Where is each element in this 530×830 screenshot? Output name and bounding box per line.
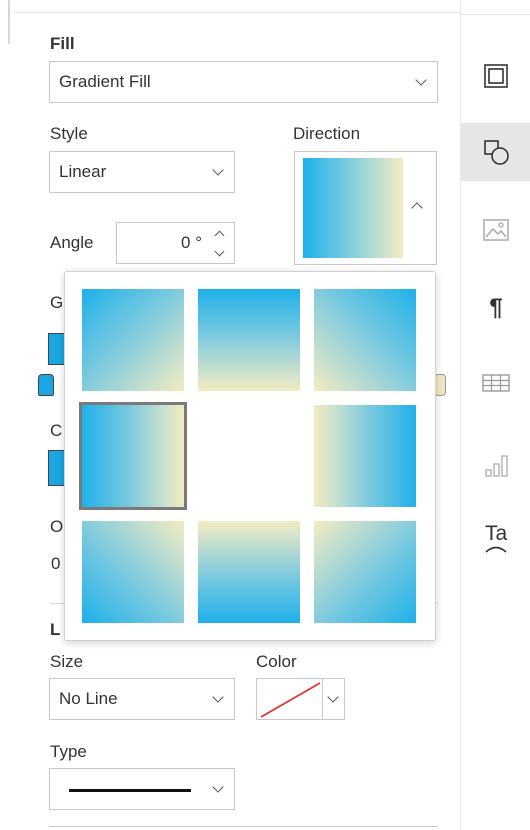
shape-effects-icon: [484, 140, 509, 165]
fill-type-value: Gradient Fill: [59, 72, 151, 91]
gradient-style-value: Linear: [59, 162, 107, 181]
chevron-down-icon: [415, 74, 427, 86]
pane-scroll-edge: [8, 0, 10, 44]
no-color-swatch: [256, 678, 323, 720]
gradient-stop-handle[interactable]: [38, 374, 54, 396]
svg-text:Ta: Ta: [485, 522, 508, 545]
direction-option-from-bottom[interactable]: [198, 521, 300, 623]
line-type-select[interactable]: [49, 768, 235, 810]
chevron-down-icon: [212, 691, 224, 703]
gradient-label-partial: G: [50, 293, 64, 312]
top-divider: [14, 12, 460, 13]
image-icon: [483, 219, 509, 241]
opacity-value-partial: 0: [51, 554, 61, 573]
direction-option-from-bottom-right[interactable]: [314, 521, 416, 623]
rail-item-image[interactable]: [461, 205, 530, 255]
stepper-up-icon[interactable]: [214, 230, 225, 241]
no-color-slash-icon: [260, 682, 321, 718]
angle-label: Angle: [50, 233, 94, 252]
fill-label: Fill: [50, 34, 75, 53]
line-color-label: Color: [256, 652, 297, 671]
line-size-label: Size: [50, 652, 84, 671]
chevron-down-icon: [212, 164, 224, 176]
rail-item-text-art[interactable]: Ta: [461, 510, 530, 570]
direction-option-from-top-right[interactable]: [314, 289, 416, 391]
line-size-value: No Line: [59, 689, 118, 708]
direction-label: Direction: [293, 124, 361, 143]
rail-item-shape-effects[interactable]: [461, 123, 530, 181]
opacity-label-partial: O: [50, 517, 64, 536]
chevron-up-icon: [411, 202, 423, 214]
stepper-down-icon[interactable]: [214, 246, 225, 257]
rail-item-table[interactable]: [461, 358, 530, 408]
gradient-style-select[interactable]: Linear: [49, 151, 235, 193]
line-color-picker[interactable]: [256, 678, 345, 720]
direction-option-from-bottom-left[interactable]: [82, 521, 184, 623]
style-label: Style: [50, 124, 88, 143]
direction-option-from-top[interactable]: [198, 289, 300, 391]
direction-preview: [303, 158, 403, 258]
paragraph-icon[interactable]: ¶: [461, 283, 530, 333]
table-icon: [482, 374, 510, 392]
rail-item-shape-outline[interactable]: [461, 50, 530, 102]
chevron-down-icon: [212, 781, 224, 793]
angle-value: 0 °: [181, 233, 202, 252]
rail-item-chart[interactable]: [461, 440, 530, 490]
rail-top-divider: [461, 14, 530, 15]
next-control-edge: [49, 826, 438, 827]
fill-type-select[interactable]: Gradient Fill: [49, 61, 438, 103]
color-dropdown-toggle[interactable]: [322, 678, 345, 720]
color-label-partial: C: [50, 421, 63, 440]
line-type-label: Type: [50, 742, 87, 761]
line-label-partial: L: [50, 620, 61, 639]
direction-option-from-left[interactable]: [79, 402, 187, 510]
line-size-select[interactable]: No Line: [49, 678, 235, 720]
angle-stepper[interactable]: 0 °: [116, 222, 235, 264]
properties-rail: ¶ Ta: [460, 0, 530, 830]
solid-line-sample: [69, 789, 191, 792]
chevron-down-icon: [327, 691, 339, 703]
direction-gallery-popup: [64, 271, 436, 641]
direction-picker[interactable]: [294, 151, 437, 265]
chart-icon: [485, 455, 508, 477]
direction-option-from-right[interactable]: [314, 405, 416, 507]
text-art-icon: Ta: [485, 522, 508, 553]
direction-option-from-top-left[interactable]: [82, 289, 184, 391]
shape-outline-icon: [484, 64, 508, 88]
